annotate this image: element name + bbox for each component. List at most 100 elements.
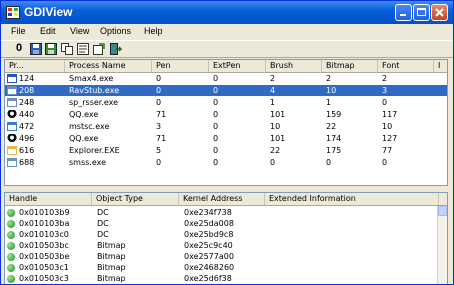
process-cell-bitmap: 159 [326, 110, 342, 119]
process-cell-brush: 2 [270, 74, 276, 83]
handle-cell-handle: 0x010103c0 [19, 230, 69, 239]
minimize-button[interactable] [395, 4, 412, 21]
process-row[interactable]: 688 smss.exe 0 0 0 0 0 [5, 157, 447, 168]
process-row[interactable]: 124 Smax4.exe 0 0 2 2 2 [5, 73, 447, 84]
process-row[interactable]: 248 sp_rsser.exe 0 0 1 1 0 [5, 97, 447, 108]
process-cell-bitmap: 174 [326, 134, 342, 143]
handle-cell-address: 0xe234f738 [184, 208, 232, 217]
process-cell-pid: 440 [19, 110, 35, 119]
handle-row[interactable]: 0x010503be Bitmap 0xe2577a00 [5, 251, 447, 262]
process-cell-pid: 124 [19, 74, 35, 83]
process-cell-font: 127 [382, 134, 398, 143]
process-cell-bitmap: 10 [326, 86, 337, 95]
title-bar[interactable]: GDIView [1, 1, 453, 24]
gdiview-window: GDIView File Edit View Options Help 0 Pr… [0, 0, 454, 285]
toolbar: 0 [1, 40, 453, 58]
process-cell-name: smss.exe [69, 158, 107, 167]
menu-help[interactable]: Help [144, 26, 163, 36]
handle-cell-type: Bitmap [97, 252, 126, 261]
maximize-icon [417, 8, 426, 16]
explorer-icon [7, 146, 17, 155]
column-extended-info[interactable]: Extended Information [265, 193, 439, 205]
process-list[interactable]: Pr... Process Name Pen ExtPen Brush Bitm… [4, 59, 448, 186]
process-cell-brush: 10 [270, 122, 281, 131]
process-cell-pen: 71 [156, 134, 167, 143]
refresh-icon[interactable] [93, 43, 105, 55]
properties-icon[interactable] [77, 43, 89, 55]
process-cell-font: 2 [382, 74, 388, 83]
handle-cell-handle: 0x010103b9 [19, 208, 70, 217]
toolbar-zero-button[interactable]: 0 [16, 42, 22, 54]
qq-icon [7, 110, 17, 119]
process-cell-font: 10 [382, 122, 393, 131]
handle-row[interactable]: 0x010503c3 Bitmap 0xe25d6f38 [5, 273, 447, 284]
handle-cell-handle: 0x010103ba [19, 219, 70, 228]
handle-row[interactable]: 0x010503c1 Bitmap 0xe2468260 [5, 262, 447, 273]
column-pen[interactable]: Pen [152, 60, 209, 72]
process-cell-extpen: 0 [213, 134, 219, 143]
qq-icon [7, 134, 17, 143]
process-cell-brush: 101 [270, 134, 286, 143]
save-all-icon[interactable] [45, 43, 57, 55]
column-brush[interactable]: Brush [266, 60, 322, 72]
handle-cell-type: DC [97, 219, 109, 228]
column-kernel-address[interactable]: Kernel Address [179, 193, 265, 205]
handle-list[interactable]: Handle Object Type Kernel Address Extend… [4, 192, 448, 284]
column-extpen[interactable]: ExtPen [209, 60, 266, 72]
column-bitmap[interactable]: Bitmap [322, 60, 378, 72]
handle-row[interactable]: 0x010503bc Bitmap 0xe25c9c40 [5, 240, 447, 251]
handle-row[interactable]: 0x010103c0 DC 0xe25bd9c8 [5, 229, 447, 240]
process-cell-bitmap: 22 [326, 122, 337, 131]
process-cell-extpen: 0 [213, 98, 219, 107]
process-row[interactable]: 496 QQ.exe 71 0 101 174 127 [5, 133, 447, 144]
green-dot-icon [7, 220, 15, 228]
handle-row[interactable]: 0x010103ba DC 0xe25da008 [5, 218, 447, 229]
process-row[interactable]: 472 mstsc.exe 3 0 10 22 10 [5, 121, 447, 132]
process-cell-brush: 4 [270, 86, 276, 95]
process-cell-pid: 208 [19, 86, 35, 95]
process-cell-font: 0 [382, 158, 388, 167]
green-dot-icon [7, 264, 15, 272]
green-dot-icon [7, 231, 15, 239]
gdiview-app-icon [6, 6, 20, 19]
process-cell-bitmap: 2 [326, 74, 332, 83]
smax-icon [7, 74, 17, 83]
handle-cell-type: Bitmap [97, 263, 126, 272]
process-cell-pid: 688 [19, 158, 35, 167]
column-font[interactable]: Font [378, 60, 434, 72]
handle-cell-handle: 0x010503be [19, 252, 70, 261]
process-cell-bitmap: 0 [326, 158, 332, 167]
remote-desktop-icon [7, 122, 17, 131]
menu-edit[interactable]: Edit [40, 26, 56, 36]
process-row[interactable]: 208 RavStub.exe 0 0 4 10 3 [5, 85, 447, 96]
process-cell-name: QQ.exe [69, 134, 99, 143]
maximize-button[interactable] [413, 4, 430, 21]
process-row[interactable]: 616 Explorer.EXE 5 0 22 175 77 [5, 145, 447, 156]
window-title: GDIView [24, 5, 73, 19]
handle-cell-address: 0xe25da008 [184, 219, 234, 228]
copy-icon[interactable] [61, 43, 73, 55]
process-cell-extpen: 0 [213, 86, 219, 95]
process-cell-pid: 616 [19, 146, 35, 155]
column-more[interactable]: I [434, 60, 447, 72]
process-cell-name: Explorer.EXE [69, 146, 120, 155]
column-pid[interactable]: Pr... [5, 60, 65, 72]
column-process-name[interactable]: Process Name [65, 60, 152, 72]
column-object-type[interactable]: Object Type [92, 193, 179, 205]
close-button[interactable] [431, 4, 448, 21]
column-handle[interactable]: Handle [5, 193, 92, 205]
process-cell-font: 0 [382, 98, 388, 107]
exit-icon[interactable] [110, 43, 122, 55]
scroll-up-icon[interactable] [438, 206, 447, 216]
menu-file[interactable]: File [11, 26, 26, 36]
process-row[interactable]: 440 QQ.exe 71 0 101 159 117 [5, 109, 447, 120]
save-icon[interactable] [30, 43, 42, 55]
menu-view[interactable]: View [70, 26, 89, 36]
process-cell-font: 3 [382, 86, 388, 95]
menu-options[interactable]: Options [100, 26, 131, 36]
handle-cell-type: Bitmap [97, 241, 126, 250]
process-list-header: Pr... Process Name Pen ExtPen Brush Bitm… [5, 60, 447, 73]
process-cell-brush: 1 [270, 98, 276, 107]
handle-row[interactable]: 0x010103b9 DC 0xe234f738 [5, 207, 447, 218]
handle-list-scrollbar[interactable] [437, 206, 447, 284]
